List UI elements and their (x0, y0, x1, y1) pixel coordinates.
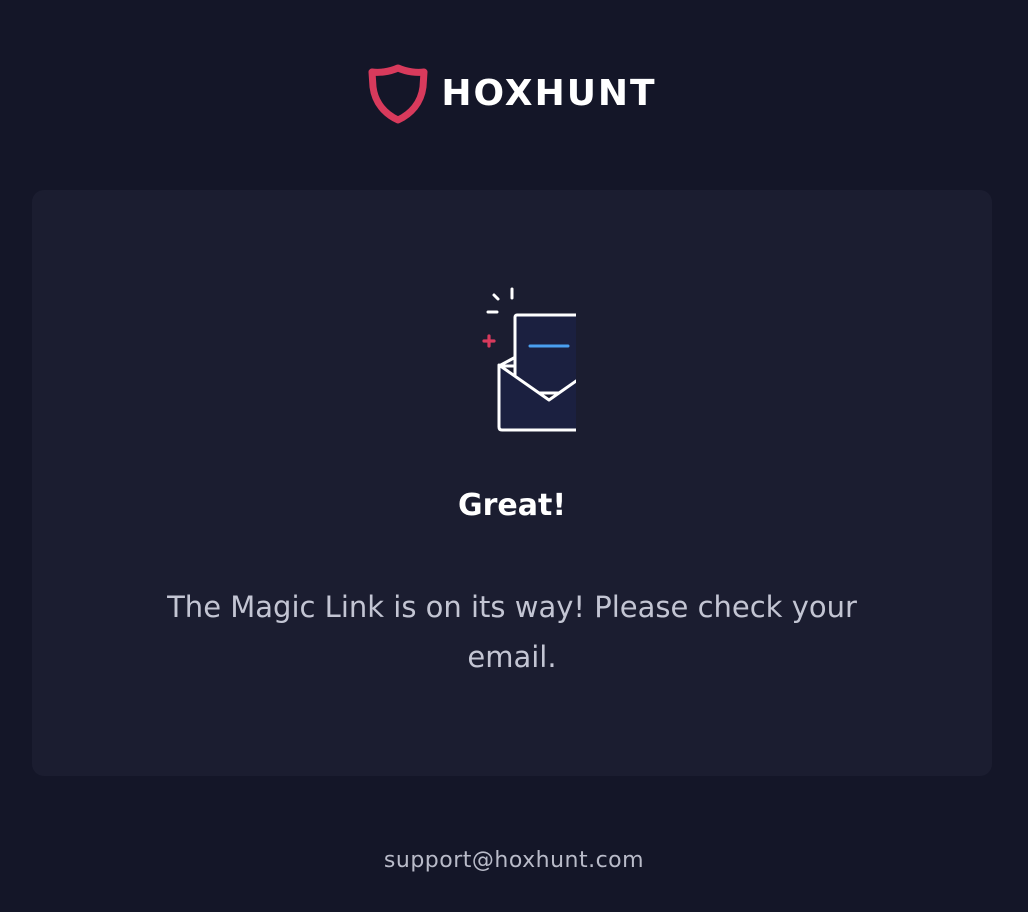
shield-logo-icon (367, 63, 429, 125)
confirmation-card: Great! The Magic Link is on its way! Ple… (32, 190, 992, 776)
brand-name: HOXHUNT (441, 73, 657, 114)
open-envelope-icon (446, 283, 605, 435)
support-email-link[interactable]: support@hoxhunt.com (384, 848, 644, 873)
magic-link-confirmation-page: HOXHUNT Great! The Magic Link is on its … (0, 0, 1028, 912)
header: HOXHUNT (0, 62, 1028, 126)
card-title: Great! (457, 488, 567, 523)
card-message: The Magic Link is on its way! Please che… (167, 590, 857, 674)
hoxhunt-logo: HOXHUNT (367, 63, 656, 125)
footer: support@hoxhunt.com (0, 846, 1028, 876)
